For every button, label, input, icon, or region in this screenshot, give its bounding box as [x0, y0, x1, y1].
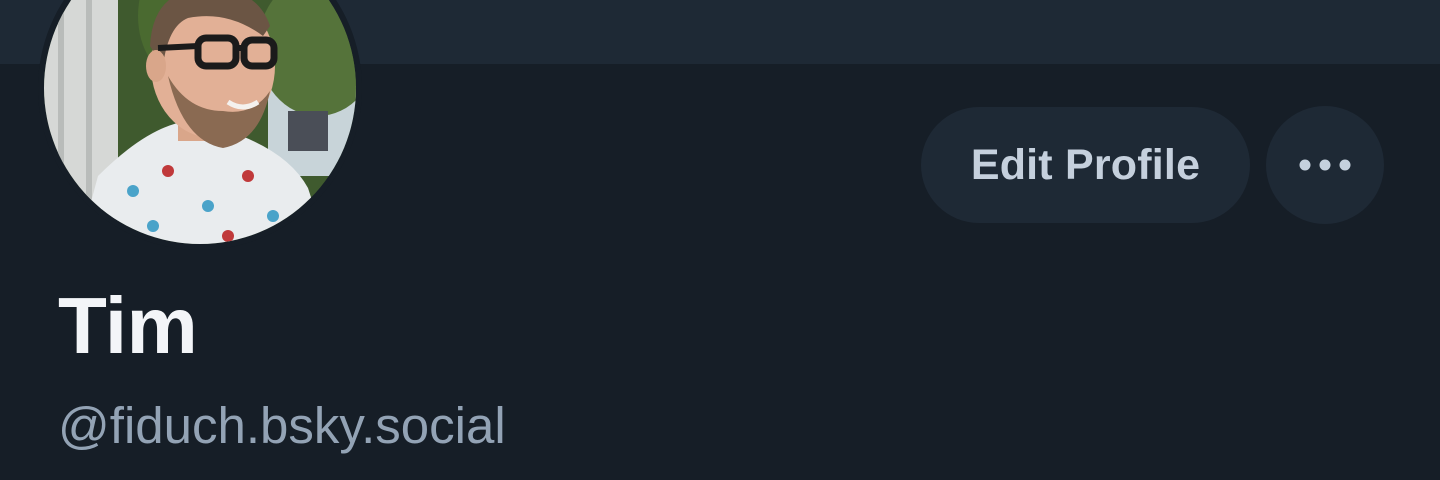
profile-header: Edit Profile Tim @fiduch.bsky.social	[0, 0, 1440, 480]
edit-profile-label: Edit Profile	[970, 140, 1201, 189]
more-options-button[interactable]	[1266, 106, 1384, 224]
ellipsis-icon	[1299, 159, 1351, 171]
profile-photo	[38, 0, 362, 250]
display-name: Tim	[58, 281, 198, 370]
edit-profile-button[interactable]: Edit Profile	[921, 107, 1250, 223]
profile-handle: @fiduch.bsky.social	[58, 397, 506, 454]
avatar[interactable]	[38, 0, 362, 250]
